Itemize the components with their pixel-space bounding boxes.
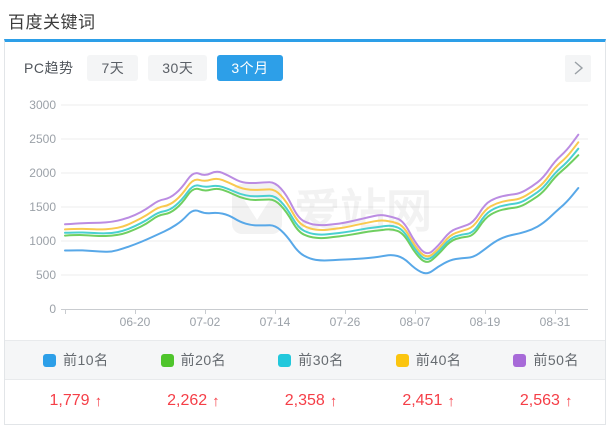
tab-7-days[interactable]: 7天 [87,55,139,81]
x-tick-label: 07-14 [260,315,291,329]
x-tick-label: 08-07 [400,315,431,329]
stat-top30: 2,358 ↑ [252,392,370,410]
up-arrow-icon: ↑ [329,392,338,410]
page-title: 百度关键词 [8,13,96,32]
trend-chart: 0 500 1000 1500 2000 2500 3000 06-20 07-02 07-14 0… [5,88,605,340]
chart-legend: 前10名 前20名 前30名 前40名 前50名 [5,340,605,379]
pc-trend-label: PC趋势 [24,60,74,76]
stat-value: 2,451 [402,392,443,409]
up-arrow-icon: ↑ [212,392,220,410]
legend-item-top20: 前20名 [135,350,253,370]
legend-marker [160,353,174,367]
stat-value: 2,563 [519,392,560,409]
up-arrow-icon: ↑ [94,392,103,410]
y-tick-label: 500 [36,268,56,282]
stat-top40: 2,451 ↑ [370,392,488,410]
y-tick-label: 3000 [29,98,56,112]
tab-3-months[interactable]: 3个月 [217,55,283,81]
stats-row: 1,779 ↑ 2,262 ↑ 2,358 ↑ 2,451 ↑ 2,563 ↑ [5,379,605,422]
legend-marker [513,353,527,367]
legend-label: 前20名 [180,352,227,368]
y-tick-label: 2000 [29,166,56,180]
legend-marker [278,353,292,367]
legend-marker [43,353,56,367]
stat-top20: 2,262 ↑ [135,392,253,410]
y-tick-label: 0 [49,302,56,316]
y-tick-label: 1500 [29,200,56,214]
legend-label: 前30名 [298,352,344,368]
toolbar: PC趋势 7天 30天 3个月 [5,42,605,88]
x-tick-label: 07-02 [190,315,221,329]
legend-label: 前40名 [415,352,462,368]
up-arrow-icon: ↑ [564,392,573,410]
y-tick-label: 2500 [29,132,56,146]
legend-label: 前10名 [63,352,109,368]
tab-30-days[interactable]: 30天 [148,55,208,81]
legend-item-top30: 前30名 [252,350,370,370]
x-tick-label: 07-26 [330,315,361,329]
legend-item-top10: 前10名 [17,350,135,370]
x-tick-label: 06-20 [120,315,151,329]
stat-value: 2,262 [167,392,208,409]
next-period-button[interactable] [565,54,591,82]
legend-item-top50: 前50名 [487,350,605,370]
legend-label: 前50名 [533,352,579,368]
up-arrow-icon: ↑ [447,392,455,410]
y-tick-label: 1000 [29,234,56,248]
chevron-right-icon [574,61,584,75]
legend-marker [395,353,409,367]
stat-top50: 2,563 ↑ [487,392,605,410]
x-tick-label: 08-19 [470,315,501,329]
stat-top10: 1,779 ↑ [17,392,135,410]
stat-value: 1,779 [49,392,90,409]
legend-item-top40: 前40名 [370,350,488,370]
x-tick-label: 08-31 [540,315,571,329]
stat-value: 2,358 [284,392,325,409]
trend-panel: PC趋势 7天 30天 3个月 0 500 1000 1500 2000 2500 3000… [4,39,606,425]
